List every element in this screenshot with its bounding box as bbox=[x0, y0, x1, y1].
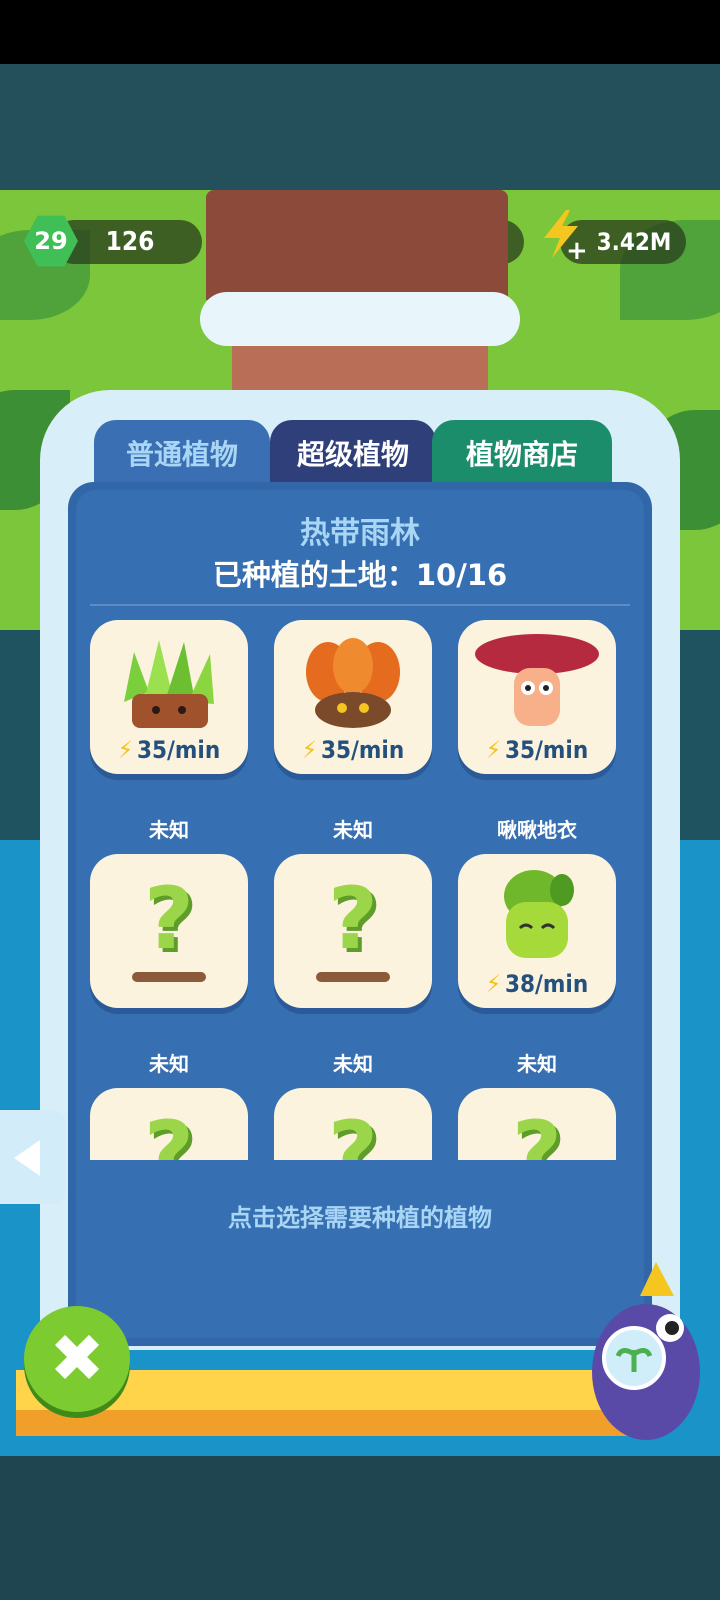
plant-rate: ⚡ 35/min bbox=[485, 736, 589, 764]
plant-name: 啾啾地衣 bbox=[497, 818, 577, 842]
divider bbox=[90, 604, 630, 606]
lichen-plant-icon bbox=[504, 870, 574, 958]
plant-name: 未知 bbox=[149, 818, 189, 842]
add-energy-icon: + bbox=[566, 236, 588, 266]
back-button[interactable] bbox=[0, 1110, 66, 1204]
plant-card[interactable]: ⚡ 38/min bbox=[458, 854, 616, 1008]
plant-card[interactable]: ⚡ 35/min bbox=[274, 620, 432, 774]
leafy-bush-plant-icon bbox=[124, 640, 214, 728]
tab-plant-shop[interactable]: 植物商店 bbox=[432, 420, 612, 486]
plant-grid[interactable]: ⚡ 35/min ⚡ 35/min ⚡ 35/min 未知 未知 啾啾地衣 ? ? bbox=[82, 614, 638, 1160]
close-button[interactable]: ✖ bbox=[24, 1306, 130, 1412]
question-mark-icon: ? bbox=[144, 869, 194, 969]
plant-card-unknown[interactable]: ? bbox=[90, 854, 248, 1008]
planted-count: 已种植的土地：10/16 bbox=[212, 558, 508, 592]
plant-rate: ⚡ 35/min bbox=[301, 736, 405, 764]
mascot-bird-icon bbox=[592, 1262, 700, 1440]
close-icon: ✖ bbox=[49, 1320, 105, 1397]
tab-normal-plants[interactable]: 普通植物 bbox=[94, 420, 270, 486]
question-mark-icon: ? bbox=[144, 1103, 194, 1160]
top-background bbox=[0, 64, 720, 190]
plant-card-unknown[interactable]: ? bbox=[458, 1088, 616, 1160]
plant-name: 未知 bbox=[333, 1052, 373, 1076]
question-mark-icon: ? bbox=[328, 869, 378, 969]
plant-card-unknown[interactable]: ? bbox=[274, 1088, 432, 1160]
bottle-rim bbox=[200, 292, 520, 346]
mushroom-plant-icon bbox=[475, 634, 599, 726]
soil-icon bbox=[316, 972, 390, 982]
plant-name: 未知 bbox=[333, 818, 373, 842]
plant-card-unknown[interactable]: ? bbox=[90, 1088, 248, 1160]
plant-name: 未知 bbox=[149, 1052, 189, 1076]
question-mark-icon: ? bbox=[328, 1103, 378, 1160]
plant-name: 未知 bbox=[517, 1052, 557, 1076]
orange-leaf-plant-icon bbox=[306, 638, 400, 728]
plant-rate: ⚡ 38/min bbox=[485, 970, 589, 998]
question-mark-icon: ? bbox=[512, 1103, 562, 1160]
bottom-background bbox=[0, 1456, 720, 1600]
hint-text: 点击选择需要种植的植物 bbox=[228, 1204, 492, 1232]
bottle-cork bbox=[206, 190, 508, 300]
plant-card[interactable]: ⚡ 35/min bbox=[90, 620, 248, 774]
plant-rate: ⚡ 35/min bbox=[117, 736, 221, 764]
tab-super-plants[interactable]: 超级植物 bbox=[270, 420, 436, 486]
shelf-bottom bbox=[16, 1410, 636, 1436]
plant-card-unknown[interactable]: ? bbox=[274, 854, 432, 1008]
biome-title: 热带雨林 bbox=[300, 516, 420, 551]
soil-icon bbox=[132, 972, 206, 982]
status-bar bbox=[0, 0, 720, 64]
arrow-left-icon bbox=[14, 1140, 40, 1176]
plant-card[interactable]: ⚡ 35/min bbox=[458, 620, 616, 774]
